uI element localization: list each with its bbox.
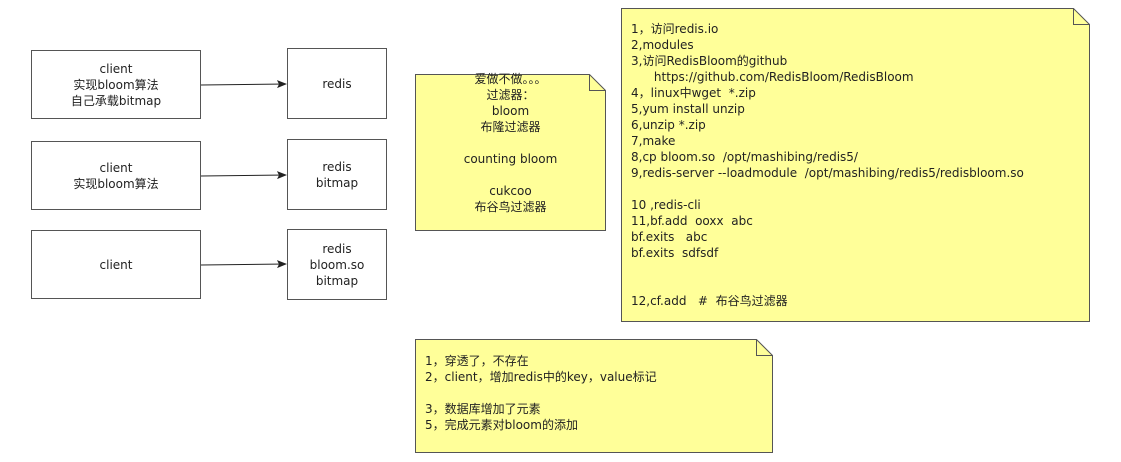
steps-line-12: 10 ,redis-cli: [631, 198, 701, 212]
steps-line-1: 1，访问redis.io: [631, 22, 719, 36]
flow-line-1: 1，穿透了，不存在: [425, 354, 529, 368]
filters-line-8: cukcoo: [489, 184, 532, 198]
steps-line-17: [631, 277, 1090, 293]
flow-line-3: [425, 385, 773, 401]
steps-line-9: 8,cp bloom.so /opt/mashibing/redis5/: [631, 150, 858, 164]
steps-note[interactable]: 1，访问redis.io 2,modules 3,访问RedisBloom的gi…: [621, 8, 1090, 322]
filters-line-5: [415, 135, 606, 151]
arrow-client2-to-redis2: [200, 171, 287, 180]
steps-line-4: https://github.com/RedisBloom/RedisBloom: [631, 70, 914, 84]
steps-line-8: 7,make: [631, 134, 676, 148]
steps-line-10: 9,redis-server --loadmodule /opt/mashibi…: [631, 166, 1024, 180]
filters-line-4: 布隆过滤器: [480, 120, 541, 134]
filters-line-3: bloom: [491, 104, 530, 118]
filters-line-2: 过滤器：: [486, 88, 535, 102]
filters-line-1: 爱做不做。。。: [474, 72, 547, 86]
filters-line-7: [415, 167, 606, 183]
flow-note[interactable]: 1，穿透了，不存在 2，client，增加redis中的key，value标记 …: [415, 339, 773, 453]
steps-line-6: 5,yum install unzip: [631, 102, 745, 116]
steps-line-14: bf.exits abc: [631, 230, 708, 244]
steps-line-15: bf.exits sdfsdf: [631, 246, 719, 260]
flow-line-5: 5，完成元素对bloom的添加: [425, 418, 578, 432]
arrow-client3-to-redis3: [200, 260, 287, 269]
filters-note[interactable]: 爱做不做。。。 过滤器： bloom 布隆过滤器 counting bloom …: [415, 72, 606, 231]
filters-line-6: counting bloom: [463, 152, 558, 166]
flow-line-4: 3，数据库增加了元素: [425, 402, 541, 416]
steps-line-13: 11,bf.add ooxx abc: [631, 214, 753, 228]
steps-line-18: 12,cf.add # 布谷鸟过滤器: [631, 294, 788, 308]
steps-line-3: 3,访问RedisBloom的github: [631, 54, 788, 68]
filters-line-9: 布谷鸟过滤器: [474, 200, 547, 214]
steps-line-7: 6,unzip *.zip: [631, 118, 706, 132]
arrow-client1-to-redis1: [200, 80, 287, 89]
steps-line-2: 2,modules: [631, 38, 694, 52]
steps-line-16: [631, 261, 1090, 277]
steps-line-11: [631, 181, 1090, 197]
flow-line-2: 2，client，增加redis中的key，value标记: [425, 370, 657, 384]
steps-line-5: 4，linux中wget *.zip: [631, 86, 756, 100]
